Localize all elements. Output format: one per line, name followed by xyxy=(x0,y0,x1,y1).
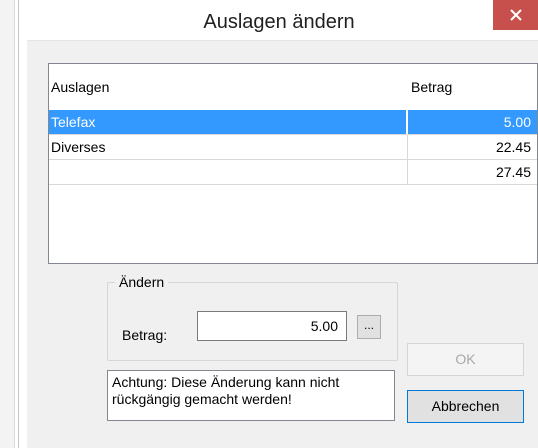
cell-betrag: 27.45 xyxy=(408,160,537,185)
background-window-edge xyxy=(0,0,15,448)
close-icon xyxy=(510,9,522,21)
dialog-window: Auslagen ändern Auslagen Betrag Telefax … xyxy=(18,0,538,448)
ok-button[interactable]: OK xyxy=(407,343,524,376)
table-row[interactable]: 27.45 xyxy=(49,160,537,185)
expenses-list[interactable]: Auslagen Betrag Telefax 5.00 Diverses 22… xyxy=(48,63,538,264)
cancel-button[interactable]: Abbrechen xyxy=(407,390,524,423)
cell-betrag: 22.45 xyxy=(408,135,537,160)
cell-auslagen: Diverses xyxy=(49,135,408,160)
table-row[interactable]: Diverses 22.45 xyxy=(49,135,537,160)
cell-auslagen: Telefax xyxy=(49,110,408,135)
window-title: Auslagen ändern xyxy=(203,11,355,33)
column-header-betrag[interactable]: Betrag xyxy=(411,64,452,109)
dialog-body: Auslagen Betrag Telefax 5.00 Diverses 22… xyxy=(27,40,538,448)
edit-group-label: Ändern xyxy=(115,273,169,291)
cell-auslagen xyxy=(49,160,408,185)
close-button[interactable] xyxy=(493,0,538,30)
cell-betrag: 5.00 xyxy=(408,110,537,135)
column-header-auslagen[interactable]: Auslagen xyxy=(51,64,109,109)
betrag-label: Betrag: xyxy=(122,327,168,343)
browse-button[interactable]: ... xyxy=(357,315,381,339)
betrag-input[interactable]: 5.00 xyxy=(197,311,347,341)
title-bar[interactable]: Auslagen ändern xyxy=(19,0,538,40)
table-row[interactable]: Telefax 5.00 xyxy=(49,110,537,135)
warning-text: Achtung: Diese Änderung kann nicht rückg… xyxy=(107,370,395,421)
list-header: Auslagen Betrag xyxy=(49,64,537,109)
